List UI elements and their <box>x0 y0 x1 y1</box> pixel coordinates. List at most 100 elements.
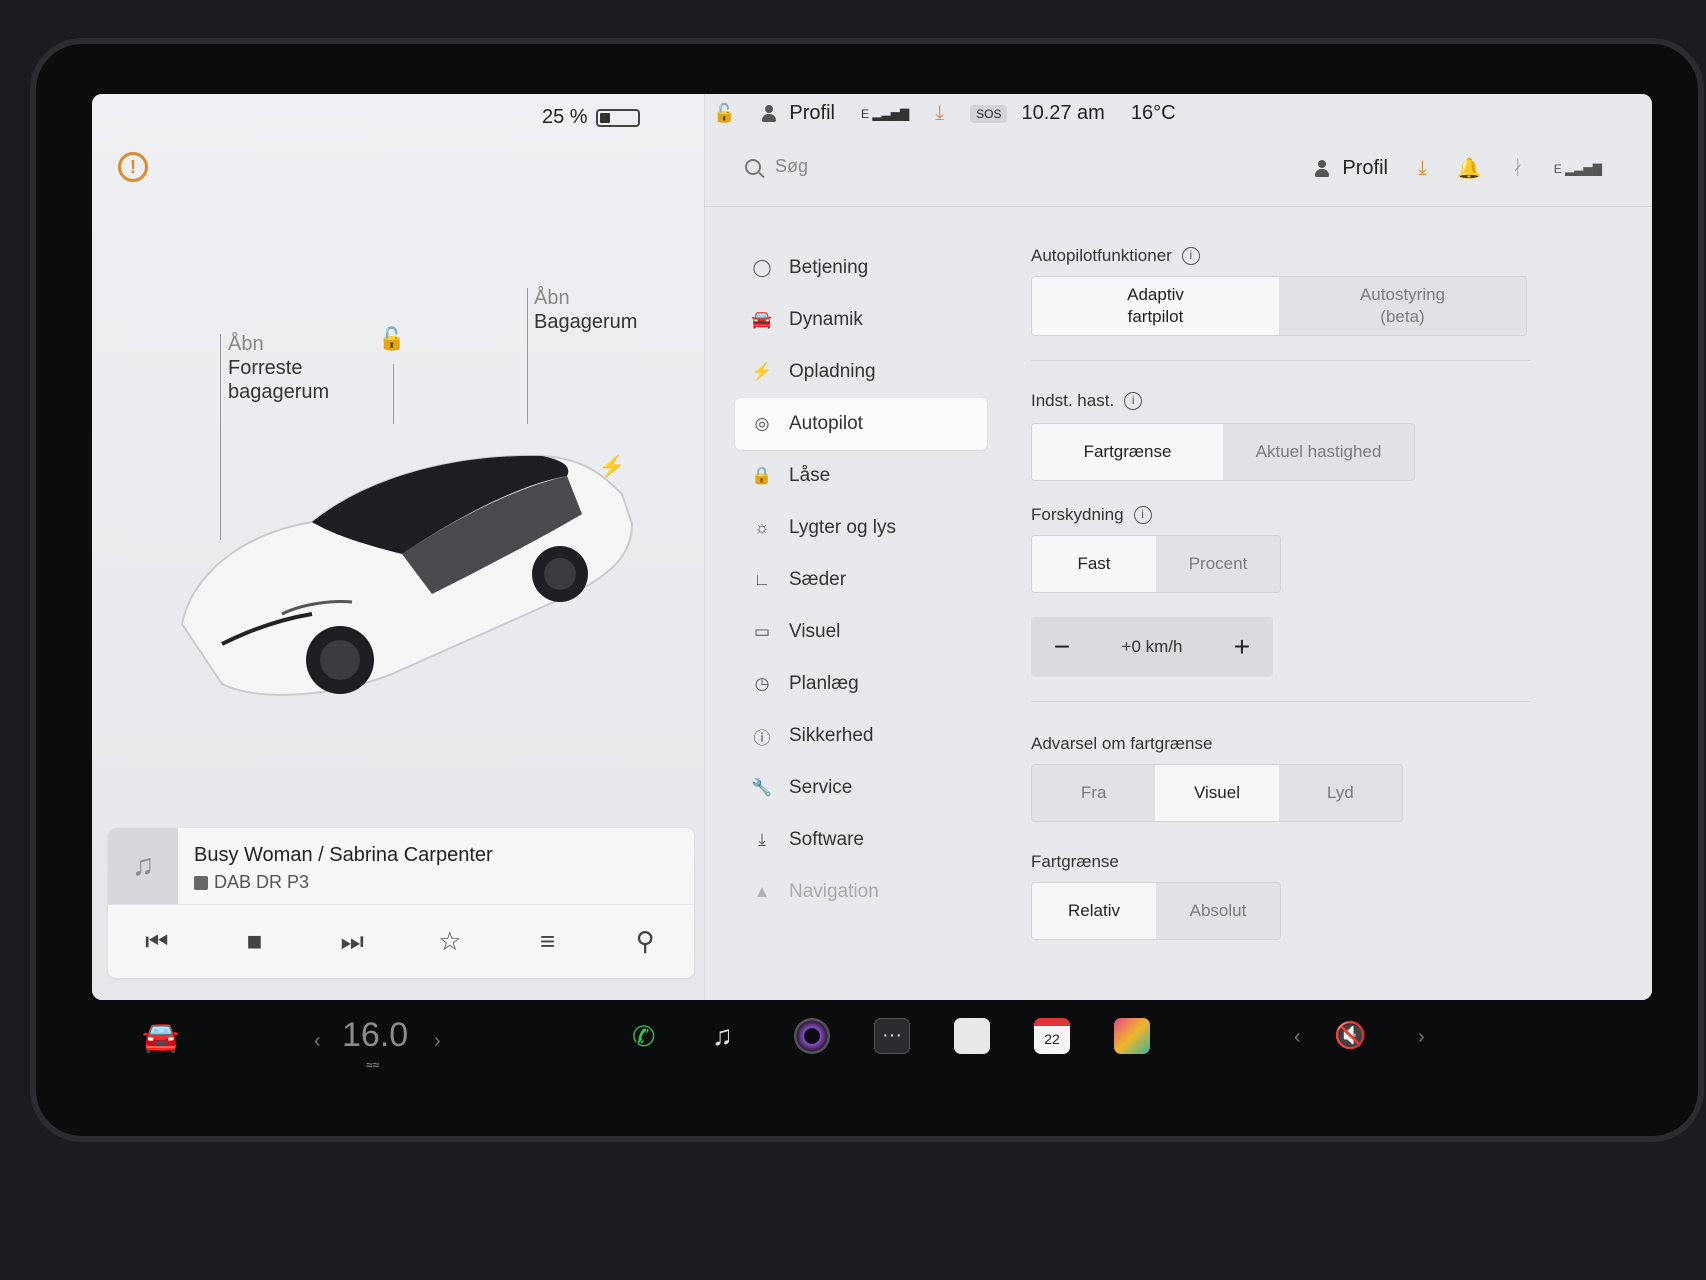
opt2-line2: (beta) <box>1380 307 1425 326</box>
header-divider <box>705 206 1652 207</box>
offset-stepper: − +0 km/h + <box>1031 617 1273 677</box>
speed-limit-selector: Relativ Absolut <box>1031 882 1281 940</box>
calendar-icon[interactable]: 22 <box>1034 1018 1070 1054</box>
opt1-line1: Adaptiv <box>1127 285 1184 304</box>
nav-item-navigation[interactable]: ▲ Navigation <box>735 866 987 918</box>
status-profile[interactable]: Profil <box>761 102 835 125</box>
nav-item-betjening[interactable]: ◯ Betjening <box>735 242 987 294</box>
wrench-icon: 🔧 <box>751 778 773 797</box>
set-speed-label: Indst. hast. i <box>1031 389 1571 413</box>
download-icon[interactable]: ⤓ <box>935 102 944 125</box>
profile-button[interactable]: Profil <box>1314 157 1388 180</box>
nav-item-dynamik[interactable]: 🚘 Dynamik <box>735 294 987 346</box>
nav-item-sæder[interactable]: ∟ Sæder <box>735 554 987 606</box>
profile-icon <box>761 104 777 123</box>
option-absolute[interactable]: Absolut <box>1156 883 1280 939</box>
nav-item-visuel[interactable]: ▭ Visuel <box>735 606 987 658</box>
nav-item-låse[interactable]: 🔒 Låse <box>735 450 987 502</box>
lock-icon: 🔒 <box>751 466 773 485</box>
set-speed-title: Indst. hast. <box>1031 391 1115 410</box>
energy-icon[interactable] <box>954 1018 990 1054</box>
speed-limit-title: Fartgrænse <box>1031 852 1119 871</box>
signal-icon: E ▂▃▅▇ <box>1553 161 1602 176</box>
next-track-icon[interactable]: ⏭ <box>322 926 382 958</box>
battery-percent: 25 % <box>542 106 588 128</box>
signal-label: E <box>861 106 870 121</box>
nav-item-label: Sæder <box>789 569 847 590</box>
search-icon <box>745 158 761 175</box>
info-icon[interactable]: i <box>1124 392 1143 410</box>
plus-icon[interactable]: + <box>1227 631 1257 663</box>
option-current-speed[interactable]: Aktuel hastighed <box>1223 424 1414 480</box>
nav-item-sikkerhed[interactable]: ⓘ Sikkerhed <box>735 710 987 762</box>
dab-icon <box>194 875 208 890</box>
nav-item-lygter-og-lys[interactable]: ☼ Lygter og lys <box>735 502 987 554</box>
option-visual[interactable]: Visuel <box>1155 765 1279 821</box>
option-sound[interactable]: Lyd <box>1279 765 1402 821</box>
option-off[interactable]: Fra <box>1032 765 1155 821</box>
temp-down-chevron-icon[interactable]: ‹ <box>314 1030 321 1053</box>
nav-item-planlæg[interactable]: ◷ Planlæg <box>735 658 987 710</box>
phone-icon[interactable]: ✆ <box>632 1020 655 1053</box>
cabin-temperature[interactable]: 16.0 <box>342 1016 408 1055</box>
speed-limit-label: Fartgrænse <box>1031 850 1571 874</box>
search-icon[interactable]: ⚲ <box>615 926 675 957</box>
info-icon[interactable]: i <box>1181 247 1200 265</box>
option-adaptive-cruise[interactable]: Adaptiv fartpilot <box>1032 277 1279 335</box>
car-icon[interactable]: 🚘 <box>142 1020 179 1055</box>
nav-item-label: Autopilot <box>789 413 863 434</box>
autopilot-settings: Autopilotfunktioner i Adaptiv fartpilot A… <box>1031 244 1571 940</box>
temp-up-chevron-icon[interactable]: › <box>434 1030 441 1053</box>
media-controls: ⏮ ■ ⏭ ☆ ≡ ⚲ <box>108 904 694 978</box>
volume-up-chevron-icon[interactable]: › <box>1418 1026 1425 1049</box>
frunk-label-2: bagagerum <box>228 381 330 403</box>
settings-panel: 🔓 Profil E ▂▃▅▇ ⤓ SOS 10.27 am 16°C Søg … <box>704 94 1652 1000</box>
mute-icon[interactable]: 🔇 <box>1334 1020 1366 1051</box>
media-player[interactable]: ♫ Busy Woman / Sabrina Carpenter DAB DR … <box>108 828 694 978</box>
battery-icon <box>595 108 640 127</box>
download-icon[interactable]: ⤓ <box>1418 157 1427 180</box>
tire-pressure-warning-icon[interactable]: ! <box>118 152 148 182</box>
info-icon[interactable]: i <box>1133 506 1152 524</box>
option-speed-limit[interactable]: Fartgrænse <box>1032 424 1223 480</box>
clock: 10.27 am <box>1021 102 1105 124</box>
stop-icon[interactable]: ■ <box>224 926 284 957</box>
option-relative[interactable]: Relativ <box>1032 883 1156 939</box>
car-icon: 🚘 <box>751 310 773 329</box>
option-autosteer[interactable]: Autostyring (beta) <box>1279 277 1526 335</box>
seat-heater-icon[interactable]: ≈≈ <box>366 1058 379 1072</box>
sos-icon[interactable]: SOS <box>970 104 1008 123</box>
offset-selector: Fast Procent <box>1031 535 1281 593</box>
nav-item-label: Lygter og lys <box>789 517 897 538</box>
settings-search[interactable]: Søg <box>745 156 808 177</box>
trunk-callout[interactable]: Åbn Bagagerum <box>534 286 637 334</box>
volume-down-chevron-icon[interactable]: ‹ <box>1294 1026 1301 1049</box>
unlocked-icon[interactable]: 🔓 <box>713 103 735 124</box>
nav-item-opladning[interactable]: ⚡ Opladning <box>735 346 987 398</box>
favorite-star-icon[interactable]: ☆ <box>420 926 480 957</box>
status-profile-label: Profil <box>789 102 835 124</box>
equalizer-icon[interactable]: ≡ <box>517 926 577 957</box>
navigation-icon: ▲ <box>753 882 771 901</box>
bolt-icon: ⚡ <box>751 362 773 381</box>
option-fixed[interactable]: Fast <box>1032 536 1156 592</box>
steering-wheel-icon: ◎ <box>754 414 770 433</box>
option-percent[interactable]: Procent <box>1156 536 1280 592</box>
nav-item-software[interactable]: ⤓ Software <box>735 814 987 866</box>
nav-item-label: Låse <box>789 465 831 486</box>
toybox-icon[interactable] <box>1114 1018 1150 1054</box>
nav-item-label: Dynamik <box>789 309 863 330</box>
camera-icon[interactable] <box>794 1018 830 1054</box>
unlock-icon[interactable]: 🔓 <box>378 326 405 352</box>
nav-item-autopilot[interactable]: ◎ Autopilot <box>735 398 987 450</box>
minus-icon[interactable]: − <box>1047 631 1077 663</box>
previous-track-icon[interactable]: ⏮ <box>127 926 187 958</box>
nav-item-service[interactable]: 🔧 Service <box>735 762 987 814</box>
notification-bell-icon[interactable]: 🔔 <box>1457 156 1482 181</box>
search-placeholder: Søg <box>775 156 809 176</box>
bluetooth-icon[interactable]: ᛅ <box>1512 157 1524 180</box>
music-icon[interactable]: ♫ <box>712 1020 733 1052</box>
frunk-callout[interactable]: Åbn Forreste bagagerum <box>228 332 329 404</box>
nav-item-label: Sikkerhed <box>789 725 874 746</box>
more-apps-icon[interactable]: ··· <box>874 1018 910 1054</box>
